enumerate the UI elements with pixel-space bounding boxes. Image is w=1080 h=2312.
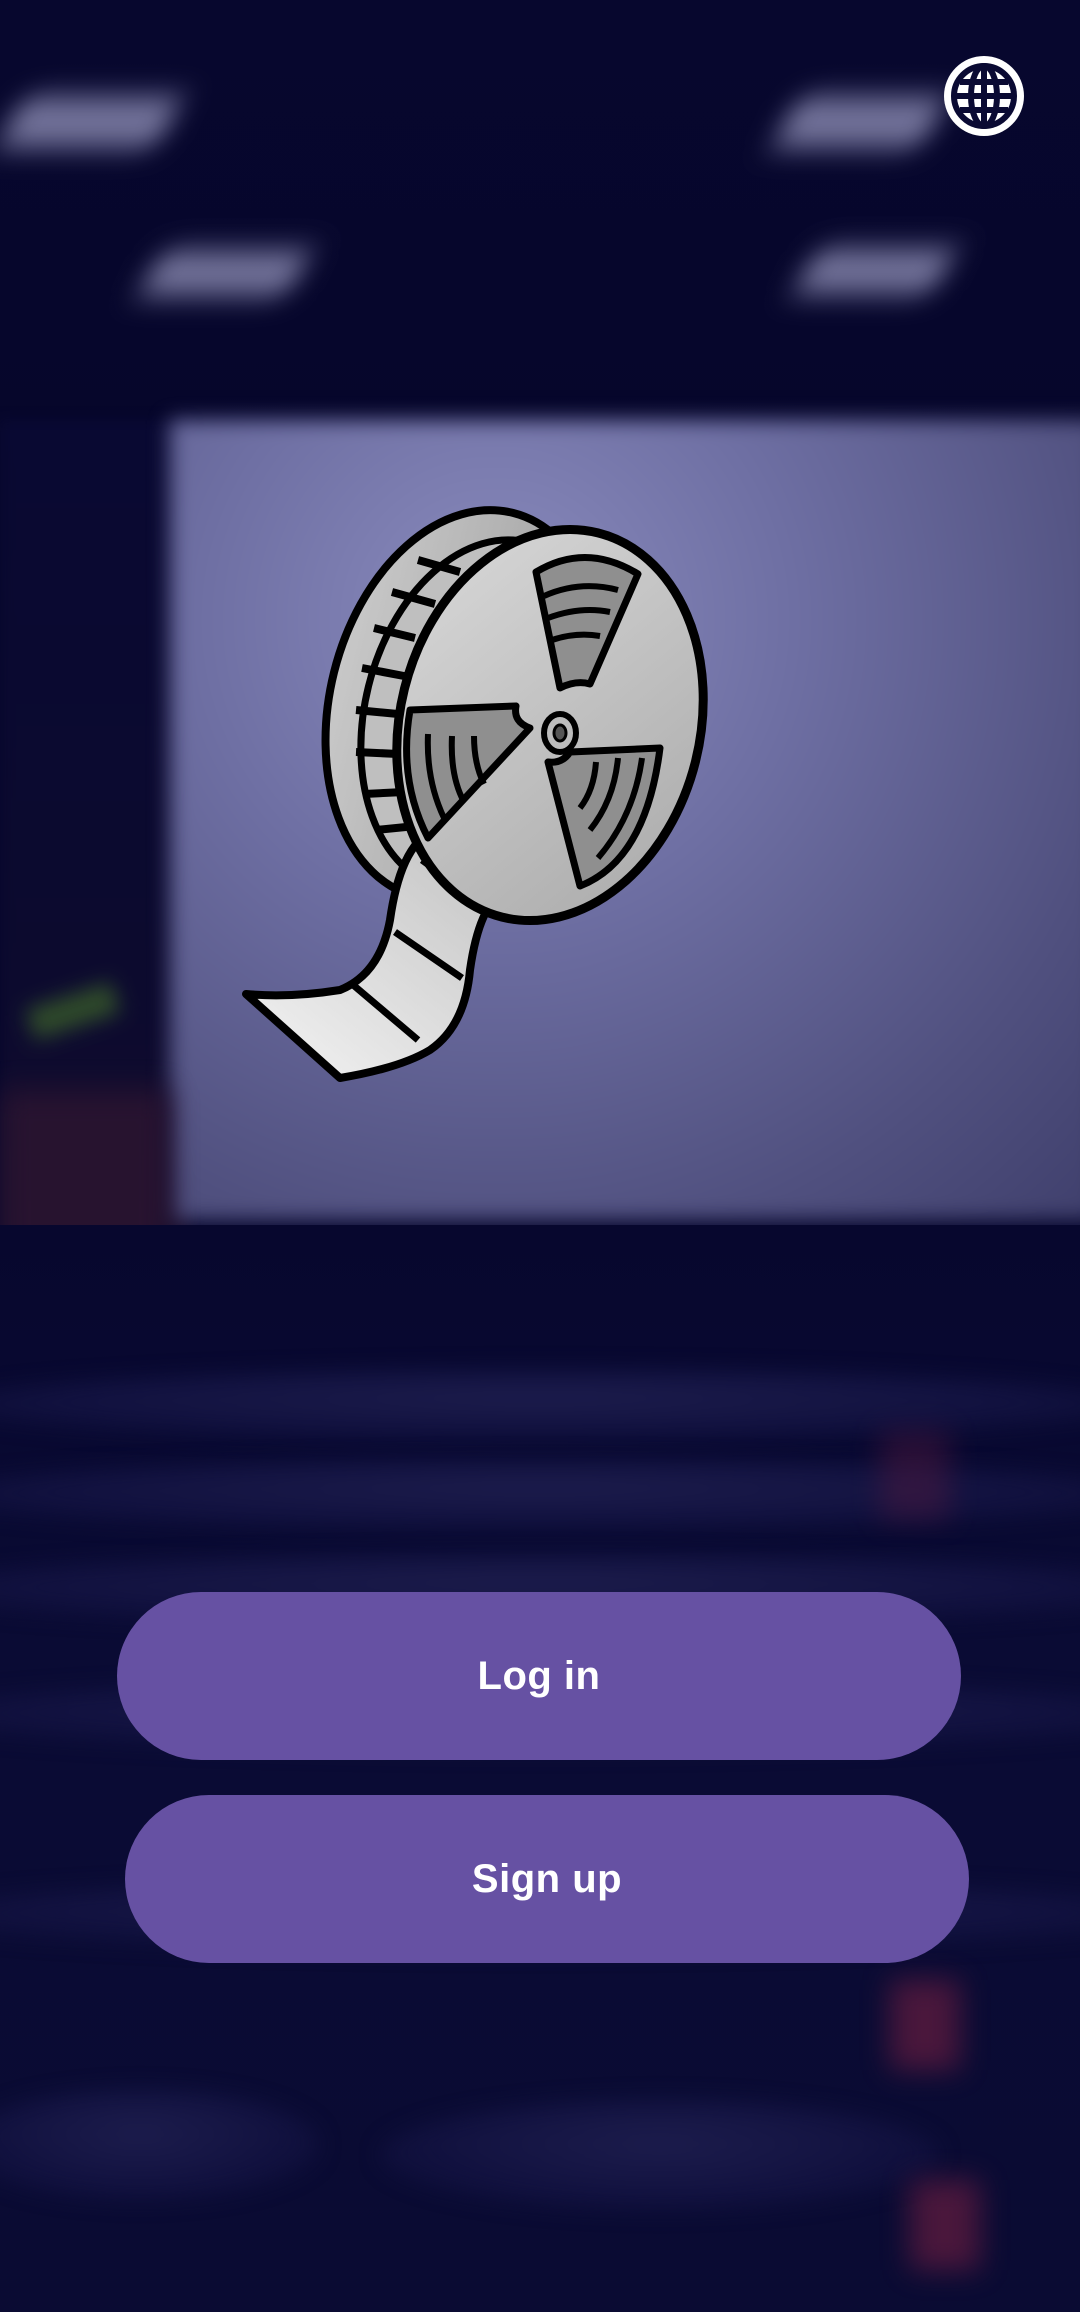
red-seat — [890, 1980, 960, 2070]
signup-button[interactable]: Sign up — [125, 1795, 969, 1963]
globe-icon — [944, 56, 1024, 136]
app-logo — [230, 500, 850, 1100]
ceiling — [0, 0, 1080, 430]
cinema-background — [0, 0, 1080, 2312]
ceiling-light — [0, 96, 183, 148]
ceiling-light — [772, 96, 948, 148]
ceiling-light — [139, 250, 311, 296]
welcome-screen: Log in Sign up — [0, 0, 1080, 2312]
red-seat — [910, 2180, 980, 2270]
film-reel-icon — [242, 506, 708, 1082]
login-button[interactable]: Log in — [117, 1592, 961, 1760]
ceiling-light — [794, 248, 956, 294]
red-seat — [880, 1430, 950, 1520]
seat-row — [380, 2100, 940, 2210]
language-button[interactable] — [936, 48, 1032, 144]
